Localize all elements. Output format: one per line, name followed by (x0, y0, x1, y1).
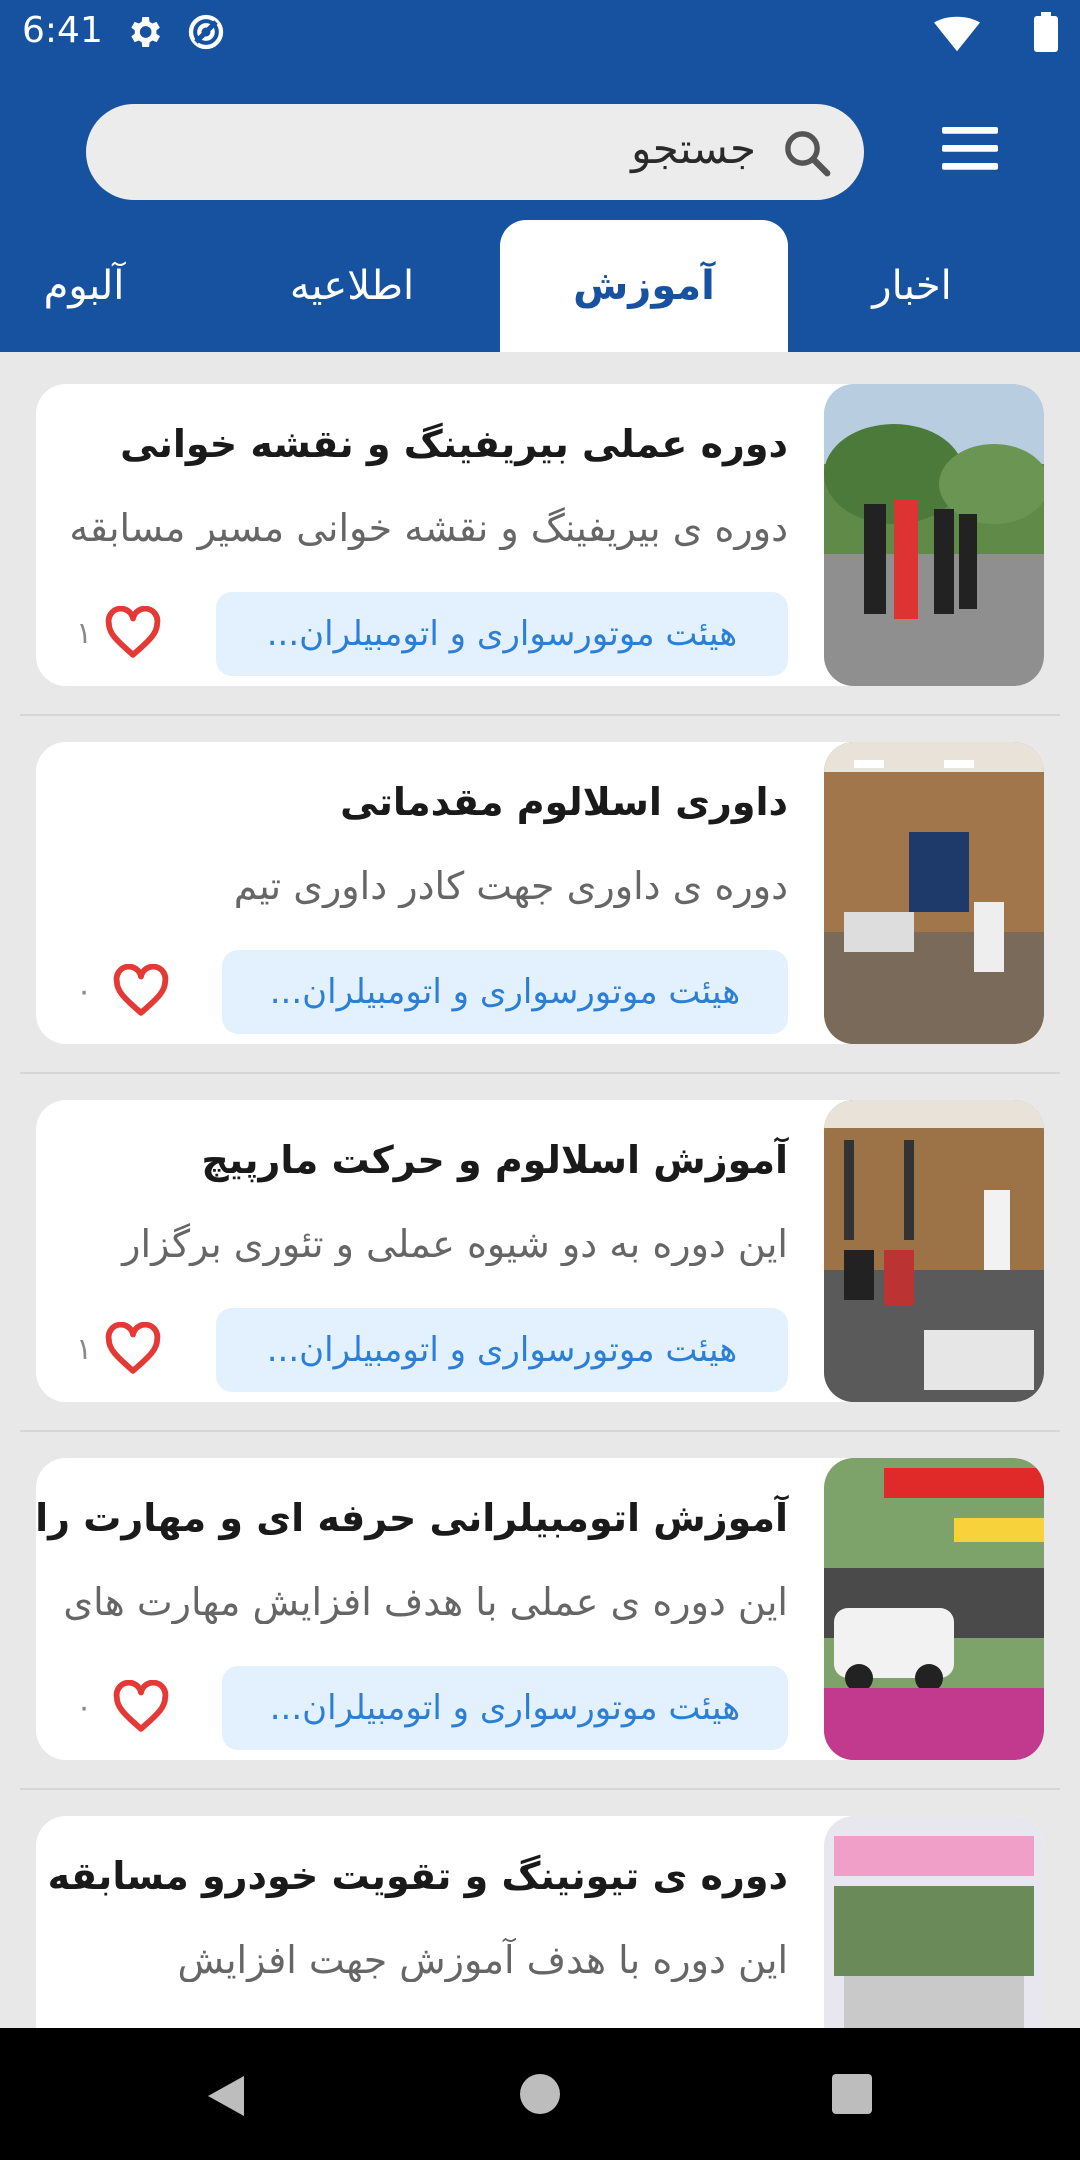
card-thumbnail-image (824, 1458, 1044, 1760)
divider (20, 1072, 1060, 1074)
card-title: آموزش اسلالوم و حرکت مارپیچ (201, 1138, 788, 1182)
list-item[interactable]: آموزش اسلالوم و حرکت مارپیچ این دوره به … (36, 1100, 1044, 1402)
search-box[interactable]: جستجو (86, 104, 864, 200)
tab-announcements[interactable]: اطلاعیه (208, 220, 496, 352)
heart-icon[interactable] (112, 964, 170, 1018)
like-count: ۰ (76, 974, 93, 1009)
card-category-tag[interactable]: هیئت موتورسواری و اتومبیلران... (216, 1308, 788, 1392)
card-description: این دوره با هدف آموزش جهت افزایش (177, 1938, 788, 1982)
like-count: ۰ (76, 1690, 93, 1725)
tab-news[interactable]: اخبار (768, 220, 1056, 352)
category-tabs: اخبار آموزش اطلاعیه آلبوم (0, 220, 1080, 352)
like-count: ۱ (76, 616, 93, 651)
settings-gear-icon (131, 17, 160, 47)
tab-album[interactable]: آلبوم (0, 220, 228, 352)
divider (20, 1788, 1060, 1790)
list-item[interactable]: آموزش اتومبیلرانی حرفه ای و مهارت رانندگ… (36, 1458, 1044, 1760)
wifi-icon (934, 16, 980, 52)
card-description: این دوره به دو شیوه عملی و تئوری برگزار (122, 1222, 788, 1266)
card-category-tag[interactable]: هیئت موتورسواری و اتومبیلران... (222, 1666, 788, 1750)
recent-apps-icon[interactable] (832, 2074, 872, 2114)
divider (20, 1430, 1060, 1432)
home-icon[interactable] (520, 2074, 560, 2114)
divider (20, 714, 1060, 716)
card-category-tag[interactable]: هیئت موتورسواری و اتومبیلران... (222, 950, 788, 1034)
search-input[interactable]: جستجو (631, 124, 756, 173)
card-thumbnail-image (824, 742, 1044, 1044)
status-bar: 6:41 (0, 0, 1080, 66)
card-title: داوری اسلالوم مقدماتی (340, 780, 788, 824)
battery-icon (1034, 12, 1058, 52)
like-count: ۱ (76, 1332, 93, 1367)
heart-icon[interactable] (104, 606, 162, 660)
card-thumbnail-image (824, 1100, 1044, 1402)
heart-icon[interactable] (104, 1322, 162, 1376)
tab-education[interactable]: آموزش (500, 220, 788, 352)
status-time: 6:41 (22, 10, 103, 51)
back-icon[interactable] (204, 2072, 248, 2120)
card-title: دوره ی تیونینگ و تقویت خودرو مسابقه (47, 1854, 788, 1898)
card-thumbnail-image (824, 384, 1044, 686)
search-icon (785, 131, 831, 177)
card-description: این دوره ی عملی با هدف افزایش مهارت های (63, 1580, 788, 1624)
card-description: دوره ی داوری جهت کادر داوری تیم (233, 864, 788, 908)
app-header: 6:41 جستجو اخبار آموزش اطلاعیه آلبوم (0, 0, 1080, 352)
list-item[interactable]: داوری اسلالوم مقدماتی دوره ی داوری جهت ک… (36, 742, 1044, 1044)
card-description: دوره ی بیریفینگ و نقشه خوانی مسیر مسابقه (69, 506, 788, 550)
card-category-tag[interactable]: هیئت موتورسواری و اتومبیلران... (216, 592, 788, 676)
heart-icon[interactable] (112, 1680, 170, 1734)
list-item[interactable]: دوره عملی بیریفینگ و نقشه خوانی دوره ی ب… (36, 384, 1044, 686)
menu-icon[interactable] (942, 126, 998, 172)
card-title: دوره عملی بیریفینگ و نقشه خوانی (120, 422, 788, 466)
card-title: آموزش اتومبیلرانی حرفه ای و مهارت رانندگ… (36, 1496, 788, 1540)
navigation-bar (0, 2028, 1080, 2160)
data-saver-icon (188, 14, 224, 50)
